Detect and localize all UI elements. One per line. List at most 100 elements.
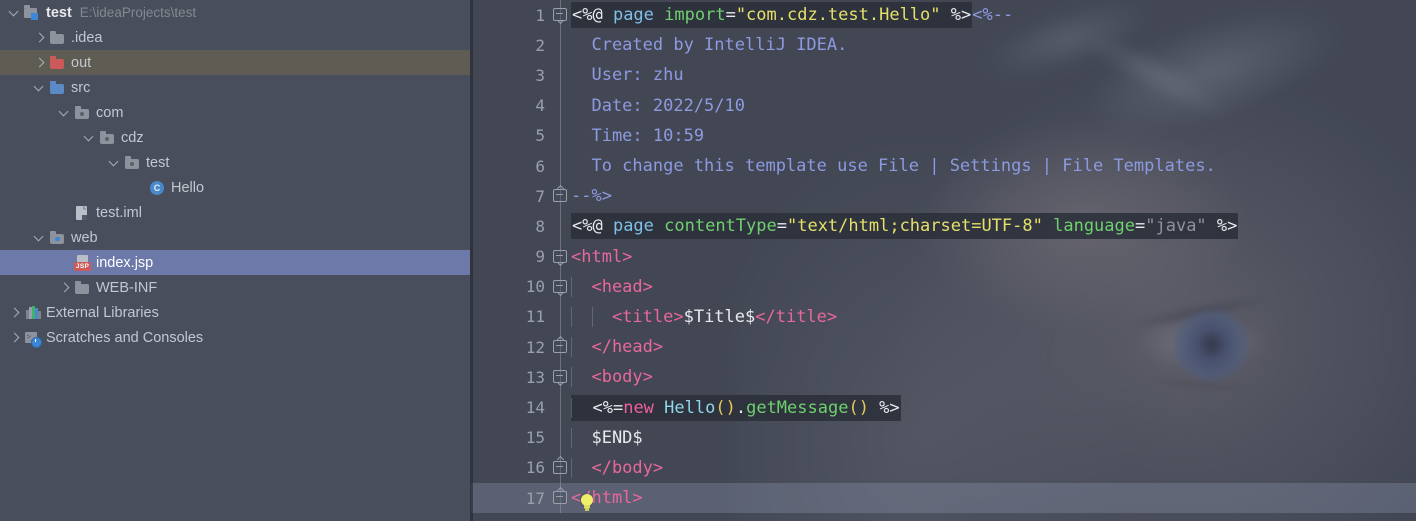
tree-item-label: web [71,229,98,246]
code-line[interactable]: 11 <title>$Title$</title> [471,301,1416,333]
fold-region-end-icon[interactable] [552,456,567,475]
fold-region-start-icon[interactable] [552,249,567,266]
code-text[interactable]: <%@ page import="com.cdz.test.Hello" %><… [569,2,1416,29]
code-text[interactable]: <body> [569,367,1416,388]
chevron-down-icon[interactable] [8,6,21,19]
fold-gutter[interactable] [551,362,569,393]
fold-gutter[interactable] [551,90,569,121]
fold-gutter[interactable] [551,483,569,514]
fold-gutter[interactable] [551,513,569,521]
code-text[interactable]: --%> [569,186,1416,206]
code-line[interactable]: 7 --%> [471,181,1416,212]
line-number: 15 [525,428,545,448]
code-text[interactable]: Created by IntelliJ IDEA. [569,35,1416,55]
fold-region-end-icon[interactable] [552,184,567,203]
fold-gutter[interactable] [551,120,569,151]
token: Date: 2022/5/10 [571,95,745,116]
fold-gutter[interactable] [551,422,569,453]
editor-left-edge [471,0,473,521]
code-tokens: Created by IntelliJ IDEA. [571,35,847,55]
code-text[interactable]: $END$ [569,427,1416,448]
code-editor[interactable]: 1 <%@ page import="com.cdz.test.Hello" %>… [471,0,1416,521]
code-text[interactable]: </body> [569,457,1416,478]
line-number: 5 [535,126,545,146]
tree-item-test[interactable]: test [0,150,470,175]
fold-gutter[interactable] [551,30,569,61]
code-text[interactable]: </html> [569,488,1416,511]
fold-gutter[interactable] [551,301,569,333]
tree-item-out[interactable]: out [0,50,470,75]
fold-gutter[interactable] [551,60,569,91]
chevron-down-icon[interactable] [58,106,71,119]
chevron-right-icon[interactable] [33,31,46,44]
chevron-right-icon[interactable] [33,56,46,69]
fold-gutter[interactable] [551,211,569,242]
fold-gutter[interactable] [551,452,569,483]
chevron-down-icon[interactable] [33,231,46,244]
code-line[interactable]: 4 Date: 2022/5/10 [471,90,1416,121]
chevron-right-icon[interactable] [8,331,21,344]
project-root-row[interactable]: test E:\ideaProjects\test [0,0,470,25]
code-text[interactable]: <%@ page contentType="text/html;charset=… [569,213,1416,240]
token: "java" [1145,216,1207,237]
code-text[interactable]: User: zhu [569,65,1416,85]
fold-gutter[interactable] [551,241,569,272]
fold-region-end-icon[interactable] [552,335,567,354]
fold-gutter[interactable] [551,332,569,363]
code-text[interactable]: </head> [569,337,1416,358]
code-text[interactable]: <title>$Title$</title> [569,306,1416,327]
code-line[interactable]: 1 <%@ page import="com.cdz.test.Hello" %>… [471,0,1416,31]
code-line[interactable]: 8 <%@ page contentType="text/html;charset… [471,211,1416,242]
fold-gutter[interactable] [551,181,569,212]
tree-item-web[interactable]: web [0,225,470,250]
tree-item-idea[interactable]: .idea [0,25,470,50]
code-line[interactable]: 16 </body> [471,452,1416,483]
code-line[interactable]: 10 <head> [471,271,1416,302]
fold-region-start-icon[interactable] [552,369,567,387]
code-line[interactable]: 14 <%=new Hello().getMessage() %> [471,392,1416,423]
fold-region-end-icon[interactable] [552,486,567,505]
fold-gutter[interactable] [551,150,569,182]
tree-item-com[interactable]: com [0,100,470,125]
tree-item-src[interactable]: src [0,75,470,100]
tree-item-index-jsp[interactable]: JSP index.jsp [0,250,470,275]
intention-lightbulb-icon[interactable] [579,494,595,511]
code-tokens: <%=new Hello().getMessage() %> [571,394,901,421]
chevron-right-icon[interactable] [8,306,21,319]
code-line[interactable]: 2 Created by IntelliJ IDEA. [471,30,1416,61]
token: <%-- [972,5,1014,26]
editor-lines[interactable]: 1 <%@ page import="com.cdz.test.Hello" %>… [471,0,1416,521]
tree-item-cdz[interactable]: cdz [0,125,470,150]
tree-item-hello[interactable]: C Hello [0,175,470,200]
code-line[interactable]: 15 $END$ [471,422,1416,453]
code-text[interactable]: Time: 10:59 [569,126,1416,146]
libraries-icon [24,305,41,321]
chevron-right-icon[interactable] [58,281,71,294]
chevron-down-icon[interactable] [108,156,121,169]
code-line[interactable]: 3 User: zhu [471,60,1416,91]
fold-region-start-icon[interactable] [552,7,567,25]
code-text[interactable]: Date: 2022/5/10 [569,96,1416,116]
fold-region-start-icon[interactable] [552,279,567,296]
code-line[interactable]: 5 Time: 10:59 [471,120,1416,151]
code-line[interactable]: 18 [471,513,1416,521]
tree-item-scratches-and-consoles[interactable]: >_ Scratches and Consoles [0,325,470,350]
fold-gutter[interactable] [551,271,569,302]
code-line[interactable]: 17 </html> [471,483,1416,514]
code-text[interactable]: <%=new Hello().getMessage() %> [569,394,1416,421]
tree-item-test-iml[interactable]: test.iml [0,200,470,225]
code-text[interactable]: To change this template use File | Setti… [569,156,1416,176]
code-text[interactable]: <html> [569,247,1416,267]
chevron-down-icon[interactable] [33,81,46,94]
fold-gutter[interactable] [551,392,569,423]
code-line[interactable]: 12 </head> [471,332,1416,363]
code-line[interactable]: 13 <body> [471,362,1416,393]
code-line[interactable]: 9 <html> [471,241,1416,272]
code-text[interactable]: <head> [569,276,1416,297]
tree-item-external-libraries[interactable]: External Libraries [0,300,470,325]
tree-item-web-inf[interactable]: WEB-INF [0,275,470,300]
fold-gutter[interactable] [551,0,569,31]
chevron-down-icon[interactable] [83,131,96,144]
code-line[interactable]: 6 To change this template use File | Set… [471,150,1416,182]
project-tool-window[interactable]: test E:\ideaProjects\test .idea out src com cd… [0,0,471,521]
